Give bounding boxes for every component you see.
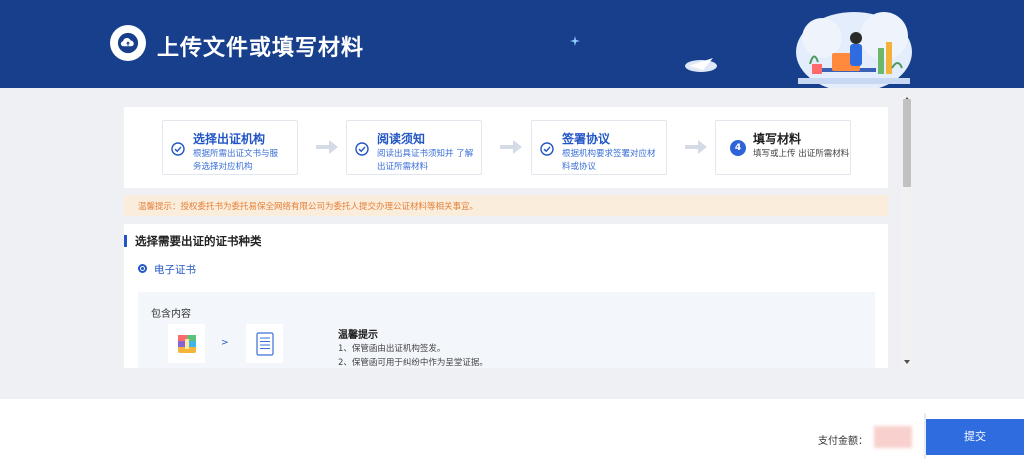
step-desc: 阅读出具证书须知并 了解出证所需材料 xyxy=(377,149,474,172)
document-list-icon xyxy=(246,324,283,363)
step-select-institution[interactable]: 选择出证机构 根据所需出证文书与服务选择对应机构 xyxy=(162,120,298,175)
step-desc: 填写或上传 出证所需材料 xyxy=(753,149,850,159)
step-sign-agreement[interactable]: 签署协议 根据机构要求签署对应材料或协议 xyxy=(531,120,667,175)
notice-text: 温馨提示：授权委托书为委托易保全网络有限公司为委托人提交办理公证材料等相关事宜。 xyxy=(138,202,479,212)
section-accent-bar xyxy=(124,235,127,247)
cloud-upload-icon xyxy=(110,25,146,61)
step-title: 填写材料 xyxy=(753,132,802,146)
archive-file-icon xyxy=(168,324,205,363)
step-desc: 根据所需出证文书与服务选择对应机构 xyxy=(193,149,279,172)
electronic-certificate-label[interactable]: 电子证书 xyxy=(154,262,196,277)
check-circle-icon xyxy=(355,142,369,156)
tips-title: 温馨提示 xyxy=(338,330,378,341)
includes-arrow: > xyxy=(221,338,229,348)
scroll-down-arrow-icon[interactable] xyxy=(904,360,910,364)
worker-illustration xyxy=(796,12,912,88)
content-scrollbar[interactable] xyxy=(901,95,913,368)
payment-footer: 支付金额： 提交 xyxy=(0,399,1024,474)
payment-amount-value xyxy=(874,426,912,448)
check-circle-icon xyxy=(540,142,554,156)
tips-line: 2、保管函可用于纠纷中作为呈堂证据。 xyxy=(338,358,488,368)
step-read-notice[interactable]: 阅读须知 阅读出具证书须知并 了解出证所需材料 xyxy=(346,120,482,175)
paper-plane-icon xyxy=(685,58,717,72)
arrow-right-icon xyxy=(685,140,707,154)
step-fill-materials[interactable]: 4 填写材料 填写或上传 出证所需材料 xyxy=(715,120,851,175)
scroll-thumb[interactable] xyxy=(903,99,911,187)
page-title: 上传文件或填写材料 xyxy=(157,36,365,61)
check-circle-icon xyxy=(171,142,185,156)
sparkle-icon xyxy=(570,36,580,46)
step-title: 签署协议 xyxy=(562,132,611,146)
electronic-certificate-radio[interactable] xyxy=(138,264,147,273)
submit-button[interactable]: 提交 xyxy=(926,419,1024,455)
progress-steps: 选择出证机构 根据所需出证文书与服务选择对应机构 阅读须知 阅读出具证书须知并 … xyxy=(124,107,888,188)
step-desc: 根据机构要求签署对应材料或协议 xyxy=(562,149,656,172)
page-header: 上传文件或填写材料 xyxy=(0,0,1024,88)
step-title: 选择出证机构 xyxy=(193,132,266,146)
includes-label: 包含内容 xyxy=(151,309,191,320)
certificate-type-section: 选择需要出证的证书种类 电子证书 包含内容 > 温馨提示 1、保管函由出证机构签… xyxy=(124,224,888,368)
step-number-badge: 4 xyxy=(730,140,746,156)
arrow-right-icon xyxy=(500,140,522,154)
payment-amount-label: 支付金额： xyxy=(818,436,868,447)
tips-line: 1、保管函由出证机构签发。 xyxy=(338,344,446,354)
warning-notice: 温馨提示：授权委托书为委托易保全网络有限公司为委托人提交办理公证材料等相关事宜。 xyxy=(124,195,888,216)
section-title: 选择需要出证的证书种类 xyxy=(135,234,262,248)
step-title: 阅读须知 xyxy=(377,132,426,146)
includes-panel: 包含内容 > 温馨提示 1、保管函由出证机构签发。 2、保管函可用于纠纷中作为呈… xyxy=(138,292,875,368)
arrow-right-icon xyxy=(316,140,338,154)
